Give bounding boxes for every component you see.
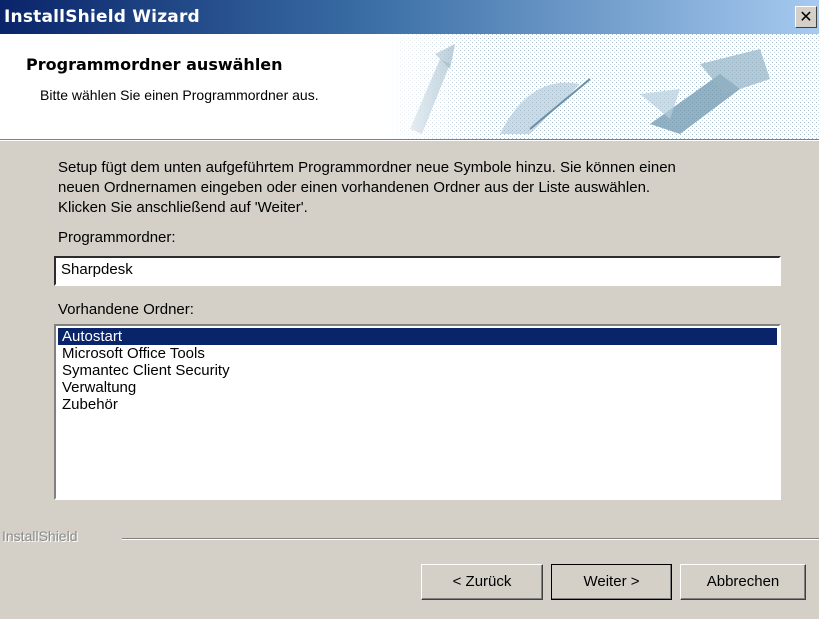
close-button[interactable]: ✕	[795, 6, 817, 28]
existing-folders-list[interactable]: Autostart Microsoft Office Tools Symante…	[54, 324, 781, 500]
header-divider	[0, 139, 819, 141]
list-item-symantec-client-security[interactable]: Symantec Client Security	[58, 362, 777, 379]
wizard-header: Programmordner auswählen Bitte wählen Si…	[0, 34, 819, 139]
program-folder-input[interactable]: Sharpdesk	[54, 256, 781, 286]
instructions-line: Klicken Sie anschließend auf 'Weiter'.	[58, 199, 308, 216]
page-subtitle: Bitte wählen Sie einen Programmordner au…	[40, 87, 319, 103]
list-item-verwaltung[interactable]: Verwaltung	[58, 379, 777, 396]
instructions-line: neuen Ordnernamen eingeben oder einen vo…	[58, 179, 651, 196]
back-button[interactable]: < Zurück	[421, 564, 543, 600]
close-icon: ✕	[799, 7, 813, 26]
footer-divider	[122, 538, 819, 540]
next-button[interactable]: Weiter >	[551, 564, 672, 600]
page-title: Programmordner auswählen	[26, 55, 283, 74]
instructions-line: Setup fügt dem unten aufgeführtem Progra…	[58, 159, 676, 176]
list-item-microsoft-office-tools[interactable]: Microsoft Office Tools	[58, 345, 777, 362]
list-item-autostart[interactable]: Autostart	[58, 328, 777, 345]
list-item-zubehoer[interactable]: Zubehör	[58, 396, 777, 413]
instructions-text: Setup fügt dem unten aufgeführtem Progra…	[58, 158, 798, 218]
cancel-button[interactable]: Abbrechen	[680, 564, 806, 600]
title-bar[interactable]: InstallShield Wizard ✕	[0, 0, 819, 34]
footer-brand-row: InstallShield	[0, 528, 819, 548]
installshield-brand-label: InstallShield	[2, 528, 78, 544]
header-banner-image	[380, 34, 819, 139]
program-folder-label: Programmordner:	[58, 229, 176, 246]
window-title: InstallShield Wizard	[4, 7, 200, 27]
existing-folders-label: Vorhandene Ordner:	[58, 301, 194, 318]
